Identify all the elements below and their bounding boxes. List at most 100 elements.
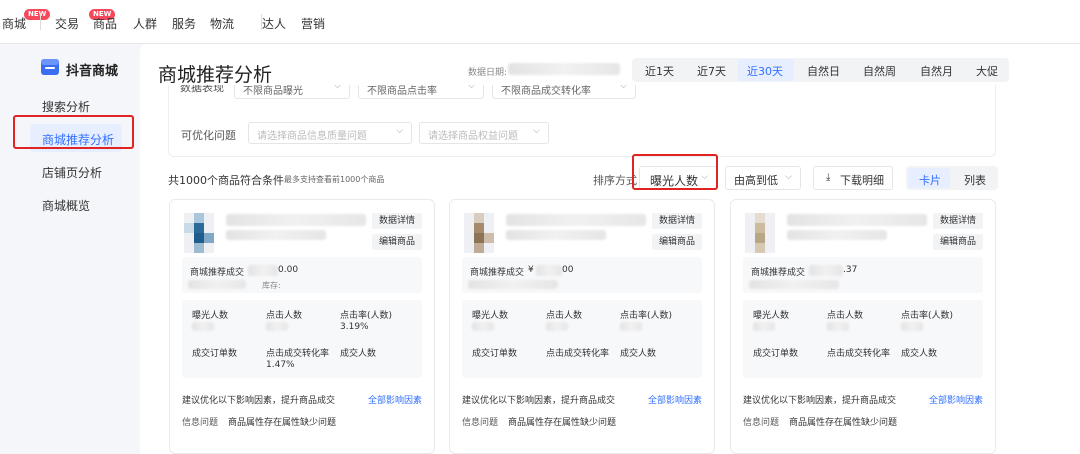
select-exposure-value: 不限商品曝光 (243, 86, 303, 97)
range-natural-week[interactable]: 自然周 (863, 63, 896, 79)
nav-item-goods[interactable]: 商品 (93, 15, 117, 32)
all-factors-link[interactable]: 全部影响因素 (368, 393, 422, 406)
range-natural-day[interactable]: 自然日 (807, 63, 840, 79)
metrics-grid: 曝光人数 点击人数 点击率(人数) 3.19% 成交订单数 点击成交转化率 成交… (182, 300, 422, 378)
gmv-value: .37 (843, 265, 858, 275)
nav-item-marketing[interactable]: 营销 (301, 15, 325, 32)
nav-item-crowd[interactable]: 人群 (133, 15, 157, 32)
sidebar-item-mall-overview[interactable]: 商城概览 (42, 197, 90, 214)
data-detail-button[interactable]: 数据详情 (372, 213, 422, 229)
product-card[interactable]: 数据详情 编辑商品 商城推荐成交 ¥ 00 曝光人数 点击人数 点击率(人数) … (449, 199, 715, 454)
issue-description: 商品属性存在属性缺少问题 (228, 418, 337, 428)
metric-click-label: 点击人数 (546, 311, 583, 321)
range-7d[interactable]: 近7天 (697, 63, 726, 79)
order-select[interactable]: 由高到低 ⌵ (725, 166, 801, 190)
range-natural-month[interactable]: 自然月 (920, 63, 953, 79)
view-card-button[interactable]: 卡片 (919, 172, 941, 188)
issue-description: 商品属性存在属性缺少问题 (508, 418, 617, 428)
chevron-down-icon: ⌵ (620, 85, 627, 91)
gmv-box: 商城推荐成交 ¥ 00 (462, 257, 702, 293)
brand-name: 抖音商城 (66, 64, 119, 79)
metric-ctr-value: 3.19% (340, 322, 369, 332)
view-list-button[interactable]: 列表 (964, 172, 986, 188)
metric-buyers-label: 成交人数 (901, 349, 938, 359)
highlight-box-sidebar (13, 115, 134, 149)
gmv-label: 商城推荐成交 (470, 268, 525, 278)
range-promo[interactable]: 大促 (976, 63, 998, 79)
metric-buyers-label: 成交人数 (340, 349, 377, 359)
top-nav: 商城 NEW 交易 NEW 商品 人群 服务 物流 达人 营销 (0, 0, 1080, 44)
gmv-value-redacted (536, 265, 562, 276)
metric-cvr-value: 1.47% (266, 360, 295, 370)
edit-product-button[interactable]: 编辑商品 (372, 234, 422, 250)
mall-logo-icon (41, 59, 59, 75)
select-benefit-issue[interactable]: 请选择商品权益问题 ⌵ (419, 122, 549, 144)
metric-value-redacted (901, 322, 923, 331)
metric-exposure-label: 曝光人数 (192, 311, 229, 321)
metric-ctr-label: 点击率(人数) (901, 311, 954, 321)
suggestion-text: 建议优化以下影响因素，提升商品成交 (462, 396, 616, 406)
download-icon: ⤓ (826, 172, 831, 183)
edit-product-button[interactable]: 编辑商品 (933, 234, 983, 250)
nav-item-logistics[interactable]: 物流 (210, 15, 234, 32)
suggestion-text: 建议优化以下影响因素，提升商品成交 (182, 396, 336, 406)
gmv-sub-redacted (188, 280, 246, 289)
metrics-grid: 曝光人数 点击人数 点击率(人数) 成交订单数 点击成交转化率 成交人数 (462, 300, 702, 378)
gmv-box: 商城推荐成交 .37 (743, 257, 983, 293)
metric-value-redacted (827, 322, 849, 331)
range-30d[interactable]: 近30天 (747, 63, 783, 79)
nav-item-trade[interactable]: 交易 (55, 15, 79, 32)
product-card[interactable]: 数据详情 编辑商品 商城推荐成交 .37 曝光人数 点击人数 点击率(人数) 成… (730, 199, 996, 454)
data-detail-button[interactable]: 数据详情 (652, 213, 702, 229)
new-badge: NEW (24, 9, 51, 20)
nav-divider (40, 14, 41, 30)
all-factors-link[interactable]: 全部影响因素 (929, 393, 983, 406)
gmv-sub-redacted (749, 280, 839, 289)
chevron-down-icon: ⌵ (334, 85, 341, 91)
sidebar-item-shop-page-analysis[interactable]: 店铺页分析 (42, 164, 102, 181)
metric-exposure-label: 曝光人数 (472, 311, 509, 321)
nav-item-mall[interactable]: 商城 (2, 15, 26, 32)
product-card[interactable]: 数据详情 编辑商品 商城推荐成交 0.00 库存: 曝光人数 点击人数 点击率(… (169, 199, 435, 454)
all-factors-link[interactable]: 全部影响因素 (648, 393, 702, 406)
issue-category: 信息问题 (743, 418, 780, 428)
sort-label: 排序方式 (593, 174, 637, 187)
metric-value-redacted (192, 322, 214, 331)
metric-ctr-label: 点击率(人数) (340, 311, 393, 321)
gmv-label: 商城推荐成交 (190, 268, 245, 278)
metric-cvr-label: 点击成交转化率 (546, 349, 610, 359)
select-ctr[interactable]: 不限商品点击率 ⌵ (358, 85, 484, 99)
metric-exposure-label: 曝光人数 (753, 311, 790, 321)
metric-cvr-label: 点击成交转化率 (827, 349, 891, 359)
issue-category: 信息问题 (182, 418, 219, 428)
select-cvr[interactable]: 不限商品成交转化率 ⌵ (492, 85, 636, 99)
chevron-down-icon: ⌵ (533, 126, 540, 136)
gmv-value-redacted (248, 265, 278, 276)
product-title-redacted (506, 214, 646, 226)
select-exposure[interactable]: 不限商品曝光 ⌵ (234, 85, 350, 99)
issue-description: 商品属性存在属性缺少问题 (789, 418, 898, 428)
product-title-redacted (506, 230, 606, 240)
nav-item-talent[interactable]: 达人 (262, 15, 286, 32)
result-count: 共1000个商品符合条件 (168, 174, 284, 187)
edit-product-button[interactable]: 编辑商品 (652, 234, 702, 250)
gmv-sub-redacted (468, 280, 558, 289)
download-button[interactable]: ⤓ 下载明细 (813, 166, 893, 190)
download-label: 下载明细 (840, 174, 884, 187)
metric-value-redacted (472, 322, 494, 331)
select-benefit-placeholder: 请选择商品权益问题 (428, 131, 518, 142)
metric-value-redacted (266, 322, 288, 331)
filter-label-issues: 可优化问题 (181, 129, 236, 142)
gmv-value: 0.00 (278, 265, 299, 275)
product-thumbnail (464, 213, 494, 253)
gmv-label: 商城推荐成交 (751, 268, 806, 278)
nav-item-service[interactable]: 服务 (172, 15, 196, 32)
date-value-redacted (508, 63, 620, 75)
range-1d[interactable]: 近1天 (645, 63, 674, 79)
select-info-quality-issue[interactable]: 请选择商品信息质量问题 ⌵ (248, 122, 412, 144)
product-title-redacted (787, 214, 927, 226)
sidebar-item-search-analysis[interactable]: 搜索分析 (42, 98, 90, 115)
highlight-box-sort (632, 154, 718, 190)
page-title: 商城推荐分析 (158, 64, 273, 86)
data-detail-button[interactable]: 数据详情 (933, 213, 983, 229)
